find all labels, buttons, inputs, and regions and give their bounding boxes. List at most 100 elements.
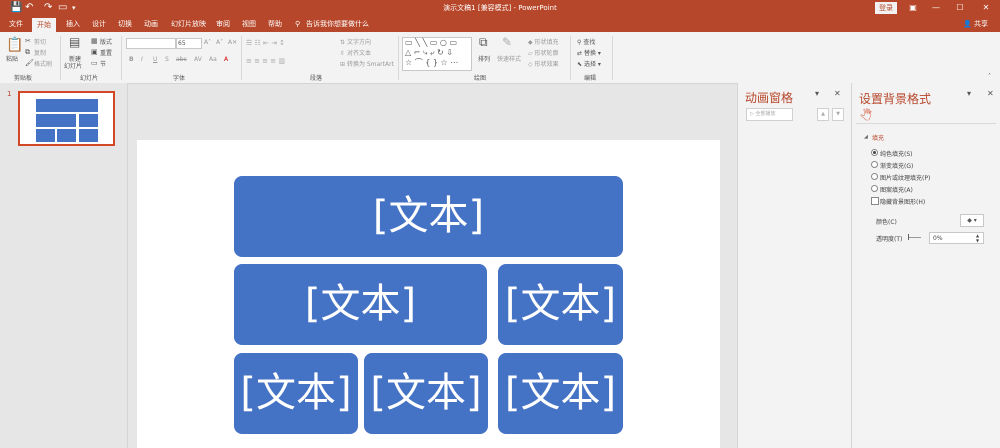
tab-design[interactable]: 设计 — [92, 20, 106, 29]
tab-view[interactable]: 视图 — [242, 20, 256, 29]
find-button[interactable]: ⚲ 查找 — [577, 37, 595, 46]
collapse-triangle-icon[interactable]: ◢ — [864, 134, 868, 140]
text-box-bottom-right[interactable]: [文本] — [498, 353, 623, 434]
minimize-icon[interactable]: — — [928, 2, 944, 14]
format-painter-icon[interactable]: 🖌 — [25, 58, 34, 68]
gradient-fill-label: 渐变填充(G) — [880, 163, 914, 170]
collapse-ribbon-icon[interactable]: ˄ — [988, 73, 991, 80]
tell-me-search[interactable]: 告诉我你想要做什么 — [306, 20, 369, 29]
color-label: 颜色(C) — [876, 219, 897, 226]
spin-buttons[interactable]: ▲ ▼ — [976, 233, 979, 243]
text-box-middle-right[interactable]: [文本] — [498, 264, 623, 345]
clear-format-icon[interactable]: A✕ — [228, 39, 237, 46]
char-spacing-button[interactable]: AV — [194, 56, 202, 63]
bullets-icon[interactable]: ☰ ☷ ⇤ ⇥ ↕ — [246, 38, 285, 48]
login-button[interactable]: 登录 — [875, 2, 897, 14]
close-icon[interactable]: ✕ — [978, 2, 994, 14]
anim-pane-options-icon[interactable]: ▾ — [815, 89, 819, 98]
copy-button[interactable]: 复制 — [34, 48, 46, 57]
play-all-button[interactable]: ▷ 全部播放 — [746, 108, 793, 121]
change-case-button[interactable]: Aa — [209, 56, 217, 63]
text-box-bottom-left[interactable]: [文本] — [234, 353, 358, 434]
slide-number: 1 — [7, 90, 12, 98]
font-name-input[interactable] — [126, 38, 176, 49]
underline-button[interactable]: U — [153, 56, 157, 63]
format-painter-button[interactable]: 格式刷 — [34, 59, 52, 68]
tab-home[interactable]: 开始 — [32, 18, 56, 32]
paste-button[interactable]: 粘贴 — [6, 54, 18, 63]
shape-outline-button[interactable]: ▱ 形状轮廓 — [528, 48, 559, 57]
anim-pane-close-icon[interactable]: ✕ — [834, 89, 841, 98]
smartart-button[interactable]: ⊞ 转换为 SmartArt — [340, 59, 394, 68]
transparency-slider-thumb[interactable] — [908, 234, 909, 240]
tab-transitions[interactable]: 切换 — [118, 20, 132, 29]
layout-icon[interactable]: ▦ — [91, 36, 98, 46]
bold-button[interactable]: B — [129, 56, 134, 63]
shape-effects-button[interactable]: ◇ 形状效果 — [528, 59, 559, 68]
section-button[interactable]: 节 — [100, 59, 106, 68]
section-icon[interactable]: ▭ — [91, 58, 98, 68]
shape-fill-button[interactable]: ◆ 形状填充 — [528, 37, 559, 46]
reset-icon[interactable]: ▣ — [91, 47, 98, 57]
tab-insert[interactable]: 插入 — [66, 20, 80, 29]
shapes-gallery[interactable]: ▭ ╲ ╲ ▭ ○ ▭ △ ⌐ ⤷ ⤶ ↻ ⇩ ☆ ⌒ { } ☆ ⋯ — [402, 37, 472, 71]
quick-styles-button[interactable]: 快速样式 — [497, 54, 521, 63]
maximize-icon[interactable]: ☐ — [952, 2, 968, 14]
transparency-input[interactable]: 0% ▲ ▼ — [929, 232, 984, 244]
grow-font-icon[interactable]: A˄ — [204, 39, 211, 46]
ribbon-display-icon[interactable]: ▣ — [905, 2, 921, 14]
transparency-label: 透明度(T) — [876, 236, 903, 243]
transparency-slider[interactable] — [909, 237, 921, 238]
text-box-bottom-center[interactable]: [文本] — [364, 353, 488, 434]
text-direction-button[interactable]: ⇅ 文字方向 — [340, 37, 371, 46]
text-box-top[interactable]: [文本] — [234, 176, 623, 257]
hide-background-checkbox[interactable] — [871, 197, 879, 205]
tab-review[interactable]: 审阅 — [216, 20, 230, 29]
new-slide-label[interactable]: 幻灯片 — [64, 61, 82, 70]
bg-pane-options-icon[interactable]: ▾ — [967, 89, 971, 98]
shrink-font-icon[interactable]: A˅ — [216, 39, 223, 46]
copy-icon[interactable]: ⧉ — [25, 47, 30, 57]
replace-button[interactable]: ⇄ 替换 ▾ — [577, 48, 601, 57]
tab-animations[interactable]: 动画 — [144, 20, 158, 29]
tab-slideshow[interactable]: 幻灯片放映 — [171, 20, 206, 29]
new-slide-icon[interactable]: ▤ — [69, 36, 80, 48]
paste-icon[interactable]: 📋 — [6, 38, 23, 52]
tab-file[interactable]: 文件 — [9, 20, 23, 29]
slide-thumbnail[interactable] — [18, 91, 115, 146]
bg-pane-close-icon[interactable]: ✕ — [987, 89, 994, 98]
font-color-button[interactable]: A — [224, 56, 228, 63]
pattern-fill-radio[interactable] — [871, 185, 878, 192]
slide-canvas[interactable]: [文本] [文本] [文本] [文本] [文本] [文本] — [137, 140, 720, 448]
solid-fill-radio[interactable] — [871, 149, 878, 156]
thumbnail-pane: 1 — [0, 83, 128, 448]
tab-help[interactable]: 帮助 — [268, 20, 282, 29]
move-down-button[interactable]: ▼ — [832, 108, 844, 121]
shadow-button[interactable]: S — [165, 56, 169, 63]
arrange-button[interactable]: 排列 — [478, 54, 490, 63]
strikethrough-button[interactable]: abc — [176, 56, 187, 63]
arrange-icon[interactable]: ⧉ — [479, 36, 488, 48]
color-picker-button[interactable]: ◆ ▾ — [960, 214, 984, 227]
gradient-fill-radio[interactable] — [871, 161, 878, 168]
share-button[interactable]: 共享 — [974, 20, 988, 29]
align-text-button[interactable]: ⇳ 对齐文本 — [340, 48, 371, 57]
picture-fill-radio[interactable] — [871, 173, 878, 180]
cut-icon[interactable]: ✂ — [25, 36, 31, 46]
layout-button[interactable]: 版式 — [100, 37, 112, 46]
share-icon[interactable]: 👤 — [963, 20, 972, 29]
hide-background-label: 隐藏背景图形(H) — [880, 199, 926, 206]
fill-section-header[interactable]: 填充 — [872, 133, 884, 142]
move-up-button[interactable]: ▲ — [817, 108, 829, 121]
select-button[interactable]: ⬉ 选择 ▾ — [577, 59, 601, 68]
font-size-input[interactable]: 65 — [176, 38, 202, 49]
align-icons[interactable]: ≡ ≡ ≡ ≡ ▥ — [246, 56, 285, 66]
quick-styles-icon[interactable]: ✎ — [502, 36, 512, 48]
text-box-middle-left[interactable]: [文本] — [234, 264, 487, 345]
italic-button[interactable]: I — [141, 56, 143, 63]
ribbon: 📋 粘贴 ✂ 剪切 ⧉ 复制 🖌 格式刷 剪贴板 ▤ 新建 幻灯片 ▦ 版式 ▣… — [0, 32, 1000, 84]
cut-button[interactable]: 剪切 — [34, 37, 46, 46]
reset-button[interactable]: 重置 — [100, 48, 112, 57]
format-background-title: 设置背景格式 — [859, 92, 932, 106]
solid-fill-label: 纯色填充(S) — [880, 151, 913, 158]
